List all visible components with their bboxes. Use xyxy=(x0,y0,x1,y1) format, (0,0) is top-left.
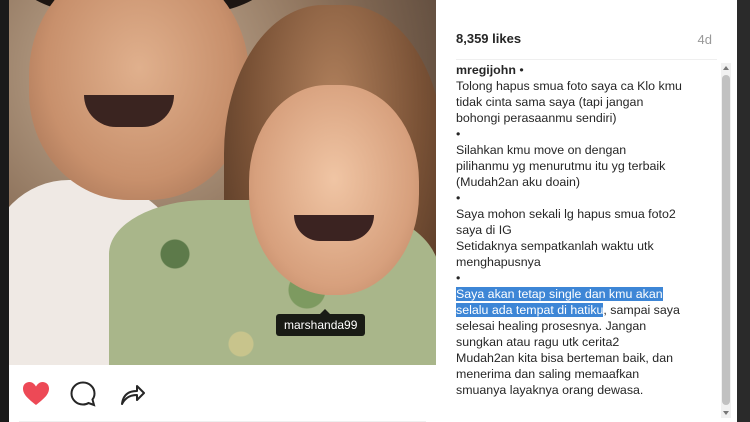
scrollbar[interactable] xyxy=(721,63,731,418)
comment-icon[interactable] xyxy=(68,379,98,409)
photo-person2-face xyxy=(249,85,419,295)
caption-line: Mudah2an kita bisa berteman baik, dan xyxy=(456,351,673,365)
selected-text: selalu ada tempat di hatiku xyxy=(456,303,604,317)
caption-line: Silahkan kmu move on dengan xyxy=(456,143,627,157)
caption-line: Setidaknya sempatkanlah waktu utk xyxy=(456,239,654,253)
caption-line: tidak cinta sama saya (tapi jangan xyxy=(456,95,644,109)
caption-highlight-line: selalu ada tempat di hatiku, sampai saya xyxy=(456,302,724,318)
scrollbar-thumb[interactable] xyxy=(722,75,730,405)
heart-icon[interactable] xyxy=(21,379,51,409)
caption-line: bohongi perasaanmu sendiri) xyxy=(456,111,617,125)
caption-line: menghapusnya xyxy=(456,255,541,269)
post-time[interactable]: 4d xyxy=(698,32,712,47)
caption-line: selesai healing prosesnya. Jangan xyxy=(456,319,647,333)
caption-rest-lines: selesai healing prosesnya. Jangan sungkan… xyxy=(456,318,724,398)
instagram-post-card: marshanda99 8,359 likes 4d mregijohn • T… xyxy=(9,0,737,422)
caption-line: Tolong hapus smua foto saya ca Klo kmu xyxy=(456,79,682,93)
caption-line: • xyxy=(456,191,461,205)
caption-line: smuanya layaknya orang dewasa. xyxy=(456,383,644,397)
caption-line: menerima dan saling memaafkan xyxy=(456,367,640,381)
share-icon[interactable] xyxy=(117,379,147,409)
scroll-down-arrow-icon[interactable] xyxy=(723,411,729,415)
caption-text: mregijohn • Tolong hapus smua foto saya … xyxy=(456,62,724,412)
scroll-up-arrow-icon[interactable] xyxy=(723,66,729,70)
caption-username-suffix: • xyxy=(515,63,524,77)
comments-panel: 8,359 likes 4d mregijohn • Tolong hapus … xyxy=(436,0,737,422)
panel-divider xyxy=(456,59,717,60)
caption-text-after-selection: , sampai saya xyxy=(603,303,680,317)
caption-header: mregijohn • xyxy=(456,62,724,78)
likes-count[interactable]: 8,359 likes xyxy=(456,31,521,46)
caption-line: • xyxy=(456,127,461,141)
background-left xyxy=(0,0,9,422)
caption-username[interactable]: mregijohn xyxy=(456,63,516,77)
user-tag[interactable]: marshanda99 xyxy=(276,309,366,336)
caption-line: sungkan atau ragu utk cerita2 xyxy=(456,335,620,349)
caption-line: Saya mohon sekali lg hapus smua foto2 xyxy=(456,207,676,221)
background-right xyxy=(737,0,750,422)
caption-line: (Mudah2an aku doain) xyxy=(456,175,580,189)
caption-line: saya di IG xyxy=(456,223,512,237)
caption-highlight-line: Saya akan tetap single dan kmu akan xyxy=(456,286,724,302)
caption-line: • xyxy=(456,271,461,285)
caption-lines: Tolong hapus smua foto saya ca Klo kmu ti… xyxy=(456,78,724,286)
selected-text: Saya akan tetap single dan kmu akan xyxy=(456,287,663,301)
caption-line: pilihanmu yg menurutmu itu yg terbaik xyxy=(456,159,666,173)
action-bar xyxy=(9,365,436,422)
post-photo[interactable]: marshanda99 xyxy=(9,0,436,365)
